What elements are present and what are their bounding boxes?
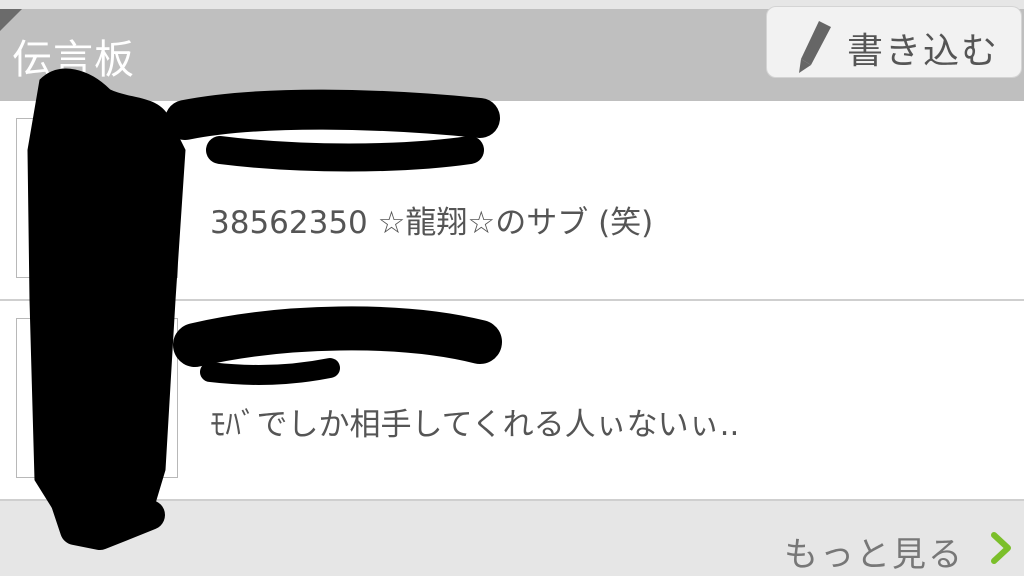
board-title: 伝言板 <box>12 37 135 83</box>
post-message: 38562350 ☆龍翔☆のサブ (笑) <box>210 205 654 241</box>
write-button[interactable]: 書き込む <box>766 6 1022 78</box>
post-item[interactable]: ﾓﾊﾞでしか相手してくれる人ぃないぃ.. <box>0 299 1024 497</box>
more-link[interactable]: もっと見る <box>0 499 1024 576</box>
board-header: 伝言板 書き込む <box>0 6 1024 101</box>
more-label: もっと見る <box>784 535 964 575</box>
pencil-icon <box>799 21 831 73</box>
user-thumbnail[interactable] <box>16 318 178 478</box>
post-message: ﾓﾊﾞでしか相手してくれる人ぃないぃ.. <box>210 407 740 443</box>
write-button-label: 書き込む <box>847 31 1000 72</box>
post-list: 38562350 ☆龍翔☆のサブ (笑) ﾓﾊﾞでしか相手してくれる人ぃないぃ.… <box>0 101 1024 499</box>
post-item[interactable]: 38562350 ☆龍翔☆のサブ (笑) <box>0 101 1024 299</box>
chevron-right-icon <box>991 532 1011 564</box>
user-thumbnail[interactable] <box>16 118 178 278</box>
